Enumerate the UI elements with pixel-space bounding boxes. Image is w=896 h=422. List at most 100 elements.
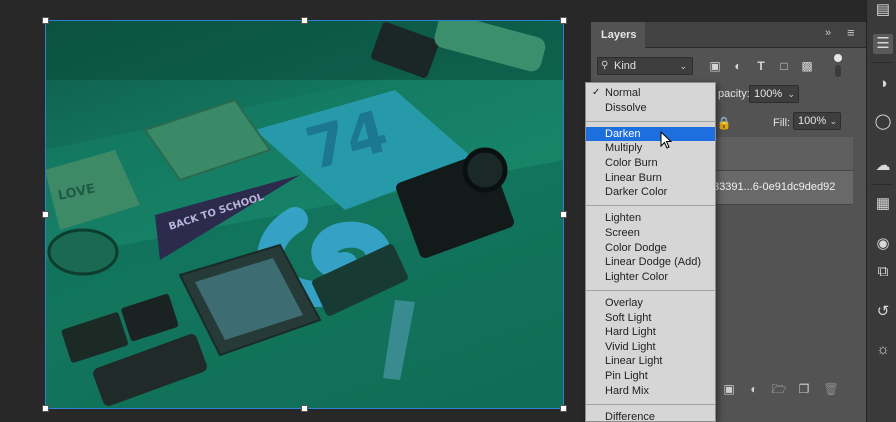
transform-handle-bottom[interactable] — [301, 405, 308, 412]
collapse-panel-icon[interactable]: » — [825, 27, 831, 39]
checkmark-icon: ✓ — [592, 87, 601, 98]
menu-separator — [586, 289, 715, 291]
menu-item-label: Color Dodge — [605, 241, 667, 254]
blend-mode-darken[interactable]: Darken — [586, 126, 715, 141]
opacity-field[interactable]: 100% ⌄ — [749, 85, 799, 103]
blend-mode-lighten[interactable]: Lighten — [586, 211, 715, 225]
opacity-value: 100% — [754, 88, 783, 100]
filter-toggle-icon[interactable] — [834, 54, 842, 62]
image-filter-icon[interactable]: ▣ — [706, 57, 724, 75]
transform-handle-right[interactable] — [560, 211, 567, 218]
fill-label: Fill: — [773, 117, 791, 129]
dock-divider — [871, 62, 893, 63]
adjustment-layer-icon[interactable]: ◐ — [745, 380, 763, 398]
menu-item-label: Normal — [605, 87, 641, 99]
menu-item-label: Overlay — [605, 297, 643, 309]
right-panel-dock: ▤ ☰ ◑ ◯ ☁ ▦ ◉ ⧉ ↺ ☼ — [866, 0, 896, 422]
blend-mode-linear-light[interactable]: Linear Light — [586, 354, 715, 368]
swatches-icon[interactable]: ☼ — [873, 340, 893, 360]
transform-handle-top-right[interactable] — [560, 17, 567, 24]
libraries-icon[interactable]: ☁ — [873, 156, 893, 176]
filter-toggle-track — [835, 65, 841, 77]
menu-item-label: Hard Light — [605, 326, 656, 339]
menu-separator — [586, 205, 715, 207]
blend-mode-dissolve[interactable]: Dissolve — [586, 101, 715, 115]
blend-mode-menu: ✓ Normal Dissolve Darken Multiply Color Burn L… — [585, 82, 716, 422]
menu-item-label: Lighten — [605, 212, 642, 225]
paths-icon[interactable]: ⧉ — [873, 262, 893, 282]
blend-mode-vivid-light[interactable]: Vivid Light — [586, 340, 715, 354]
document-canvas[interactable]: 74 LOVE BACK TO SCHOOL — [0, 0, 590, 422]
menu-item-label: Soft Light — [605, 311, 652, 324]
light-icon[interactable]: ◯ — [873, 112, 893, 132]
blend-mode-pin-light[interactable]: Pin Light — [586, 369, 715, 383]
blend-mode-soft-light[interactable]: Soft Light — [586, 311, 715, 325]
menu-item-label: Darken — [605, 127, 641, 140]
blend-mode-linear-dodge-add[interactable]: Linear Dodge (Add) — [586, 255, 715, 269]
canvas-image[interactable]: 74 LOVE BACK TO SCHOOL — [45, 20, 564, 409]
channels-icon[interactable]: ◉ — [873, 234, 893, 254]
menu-item-label: Darker Color — [605, 186, 668, 199]
new-layer-icon[interactable]: ❐ — [795, 380, 813, 398]
mouse-cursor-icon — [660, 131, 672, 149]
blend-mode-linear-burn[interactable]: Linear Burn — [586, 171, 715, 185]
menu-item-label: Linear Burn — [605, 171, 662, 184]
shape-filter-icon[interactable]: □ — [775, 57, 793, 75]
blend-mode-darker-color[interactable]: Darker Color — [586, 185, 715, 199]
layers-icon[interactable]: ☰ — [873, 34, 893, 54]
layer-filter-row: ⚲ Kind ⌄ ▣ ◐ T □ ▩ — [591, 54, 867, 80]
menu-item-label: Color Burn — [605, 157, 658, 169]
search-icon: ⚲ — [601, 60, 609, 71]
chevron-down-icon: ⌄ — [829, 116, 837, 126]
fill-field[interactable]: 100% ⌄ — [793, 112, 841, 130]
transform-handle-top-left[interactable] — [42, 17, 49, 24]
menu-item-label: Dissolve — [605, 101, 647, 114]
chevron-down-icon: ⌄ — [679, 61, 687, 71]
blend-mode-normal[interactable]: ✓ Normal — [586, 86, 715, 100]
panel-menu-icon[interactable]: ≡ — [847, 25, 855, 40]
transform-handle-top[interactable] — [301, 17, 308, 24]
adjustment-filter-icon[interactable]: ◐ — [729, 57, 747, 75]
menu-separator — [586, 403, 715, 405]
transform-handle-bottom-left[interactable] — [42, 405, 49, 412]
menu-item-label: Lighter Color — [605, 270, 668, 283]
group-folder-icon[interactable]: 🗁 — [770, 380, 788, 398]
info-icon[interactable]: ▤ — [873, 0, 893, 20]
blend-mode-color-dodge[interactable]: Color Dodge — [586, 241, 715, 255]
blend-mode-color-burn[interactable]: Color Burn — [586, 156, 715, 170]
menu-item-label: Linear Dodge (Add) — [605, 256, 702, 269]
smart-object-filter-icon[interactable]: ▩ — [798, 57, 816, 75]
menu-item-label: Vivid Light — [605, 340, 656, 353]
transform-handle-bottom-right[interactable] — [560, 405, 567, 412]
blend-mode-screen[interactable]: Screen — [586, 226, 715, 240]
menu-item-label: Linear Light — [605, 355, 663, 368]
lock-icon[interactable]: 🔒 — [715, 114, 733, 132]
dock-divider — [871, 184, 893, 185]
type-filter-icon[interactable]: T — [752, 57, 770, 75]
blend-mode-multiply[interactable]: Multiply — [586, 141, 715, 155]
canvas-artwork: 74 LOVE BACK TO SCHOOL — [45, 20, 564, 409]
panel-tab-bar: Layers » ≡ — [591, 22, 867, 48]
filter-kind-select[interactable]: ⚲ Kind ⌄ — [597, 57, 693, 75]
blend-mode-overlay[interactable]: Overlay — [586, 296, 715, 310]
adjustments-icon[interactable]: ◑ — [873, 74, 893, 94]
mask-icon[interactable]: ▣ — [720, 380, 738, 398]
menu-separator — [586, 120, 715, 122]
opacity-label: pacity: — [718, 88, 750, 100]
blend-mode-hard-mix[interactable]: Hard Mix — [586, 384, 715, 398]
trash-icon[interactable]: 🗑 — [822, 380, 840, 398]
menu-item-label: Screen — [605, 227, 640, 239]
tab-layers[interactable]: Layers — [591, 22, 645, 48]
photoshop-window: 74 LOVE BACK TO SCHOOL Layers » ≡ ⚲ Kind… — [0, 0, 896, 422]
layer-name: 33391...6-0e91dc9ded92 — [713, 181, 836, 193]
grid-icon[interactable]: ▦ — [873, 194, 893, 214]
history-icon[interactable]: ↺ — [873, 302, 893, 322]
blend-mode-hard-light[interactable]: Hard Light — [586, 325, 715, 339]
blend-mode-lighter-color[interactable]: Lighter Color — [586, 270, 715, 284]
filter-kind-value: Kind — [614, 60, 637, 72]
blend-mode-difference[interactable]: Difference — [586, 410, 715, 421]
menu-item-label: Pin Light — [605, 370, 648, 382]
transform-handle-left[interactable] — [42, 211, 49, 218]
menu-item-label: Multiply — [605, 142, 643, 155]
chevron-down-icon: ⌄ — [787, 89, 795, 99]
